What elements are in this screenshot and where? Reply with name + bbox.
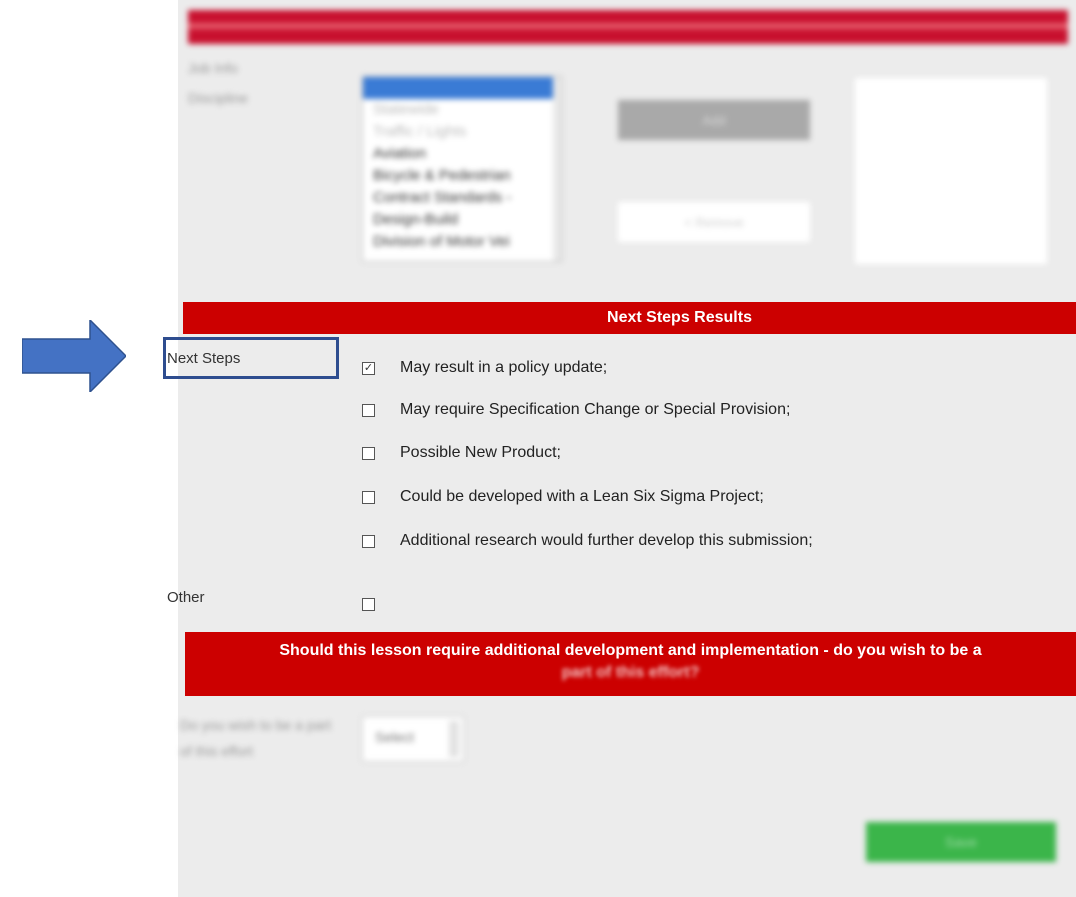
banner-line-1: Should this lesson require additional de…	[279, 642, 982, 659]
save-button[interactable]: Save	[866, 822, 1056, 862]
checkbox-spec-change[interactable]	[362, 403, 375, 417]
select-spinner[interactable]	[449, 721, 459, 757]
list-item-selected[interactable]	[363, 77, 561, 99]
list-item[interactable]: Bicycle & Pedestrian	[363, 165, 561, 187]
list-item[interactable]: Traffic / Lights	[363, 121, 561, 143]
top-banner-stripe	[188, 23, 1068, 29]
arrow-right-icon	[22, 320, 126, 392]
next-steps-label: Next Steps	[167, 350, 241, 367]
option-label: May result in a policy update;	[400, 359, 608, 376]
option-label: Additional research would further develo…	[400, 532, 813, 549]
add-button[interactable]: Add	[618, 100, 810, 140]
checkbox-additional-research[interactable]	[362, 534, 375, 548]
list-item[interactable]: Design-Build	[363, 209, 561, 231]
select-value: Select	[375, 729, 414, 745]
participation-banner: Should this lesson require additional de…	[185, 632, 1076, 696]
remove-button[interactable]: < Remove	[618, 202, 810, 242]
option-label: Could be developed with a Lean Six Sigma…	[400, 488, 764, 505]
next-steps-header-text: Next Steps Results	[607, 309, 752, 326]
discipline-label: Discipline	[188, 90, 248, 106]
job-info-label: Job Info	[188, 60, 238, 76]
option-row-spec-change[interactable]: May require Specification Change or Spec…	[362, 400, 790, 420]
checkbox-new-product[interactable]	[362, 446, 375, 460]
discipline-listbox[interactable]: Statewide Traffic / Lights Aviation Bicy…	[362, 76, 562, 262]
option-row-additional-research[interactable]: Additional research would further develo…	[362, 531, 813, 551]
banner-line-2: part of this effort?	[561, 664, 700, 681]
list-item[interactable]: Contract Standards -	[363, 187, 561, 209]
participation-question: Do you wish to be a part of this effort	[180, 717, 331, 759]
checkbox-other[interactable]	[362, 597, 375, 611]
option-label: Possible New Product;	[400, 444, 561, 461]
list-item[interactable]: Aviation	[363, 143, 561, 165]
checkbox-lean-six-sigma[interactable]	[362, 490, 375, 504]
listbox-scrollbar[interactable]	[553, 77, 561, 261]
next-steps-header: Next Steps Results	[183, 302, 1076, 334]
list-item[interactable]: Statewide	[363, 99, 561, 121]
list-item[interactable]: Division of Motor Vei	[363, 231, 561, 253]
option-row-policy-update[interactable]: ✓ May result in a policy update;	[362, 358, 607, 378]
option-row-other[interactable]	[362, 594, 375, 614]
option-label: May require Specification Change or Spec…	[400, 401, 791, 418]
participation-select[interactable]: Select	[362, 716, 464, 762]
selected-items-box[interactable]	[855, 78, 1047, 264]
option-row-lean-six-sigma[interactable]: Could be developed with a Lean Six Sigma…	[362, 487, 764, 507]
checkbox-policy-update[interactable]: ✓	[362, 361, 375, 375]
other-label: Other	[167, 589, 205, 606]
top-banner	[188, 10, 1068, 44]
option-row-new-product[interactable]: Possible New Product;	[362, 443, 561, 463]
